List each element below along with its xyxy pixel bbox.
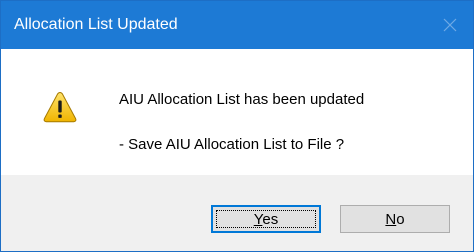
button-bar: Yes No (1, 175, 473, 251)
close-button[interactable] (427, 1, 473, 49)
title-bar[interactable]: Allocation List Updated (1, 1, 473, 49)
no-button-label: No (385, 211, 404, 228)
yes-button[interactable]: Yes (211, 205, 321, 233)
no-button[interactable]: No (340, 205, 450, 233)
no-mnemonic: N (385, 210, 397, 228)
warning-icon (43, 91, 77, 123)
yes-label-rest: es (262, 210, 279, 228)
message-question: - Save AIU Allocation List to File ? (119, 136, 345, 153)
close-icon (443, 18, 457, 32)
message-area: AIU Allocation List has been updated - S… (1, 49, 473, 175)
message-text: AIU Allocation List has been updated (119, 91, 365, 108)
dialog-title: Allocation List Updated (14, 16, 178, 33)
yes-button-label: Yes (254, 211, 278, 228)
no-label-rest: o (396, 210, 405, 228)
dialog-window: Allocation List Updated AIU Allocation L… (0, 0, 474, 252)
